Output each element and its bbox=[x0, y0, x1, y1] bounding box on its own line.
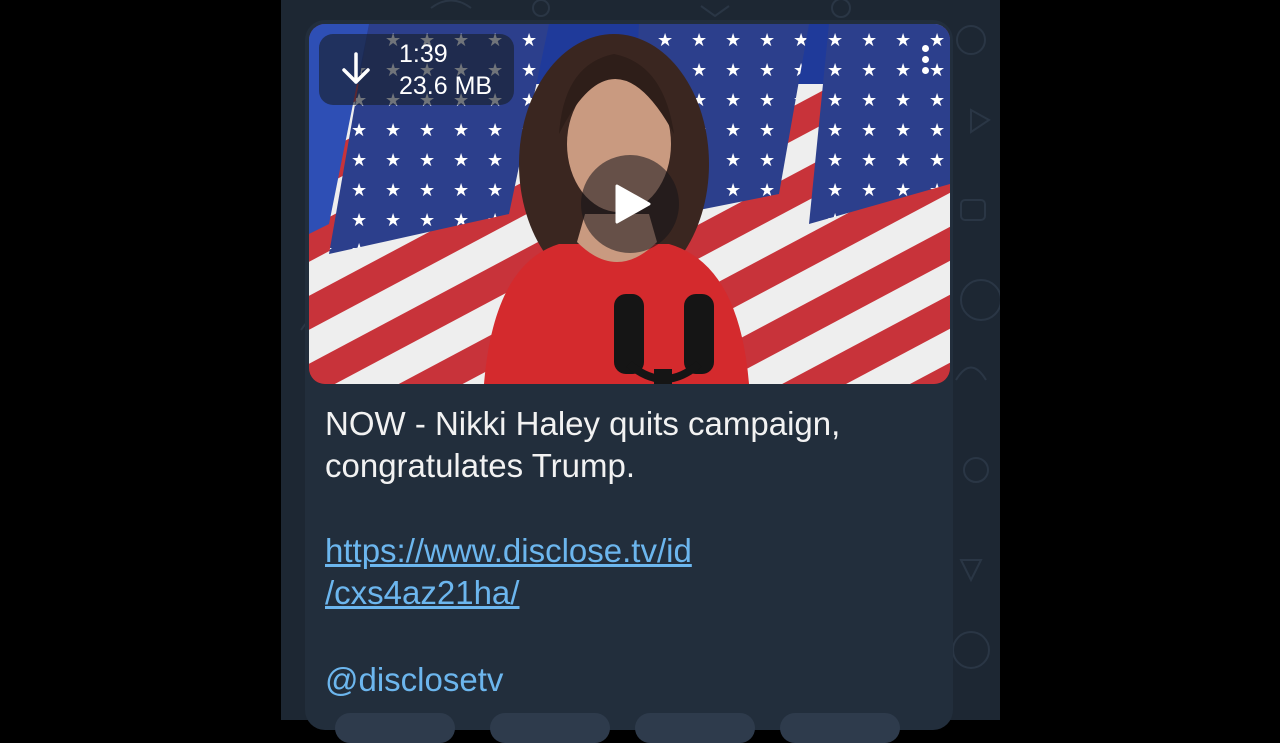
message-text-line-2: congratulates Trump. bbox=[325, 447, 635, 484]
arrow-down-icon[interactable] bbox=[341, 52, 371, 86]
reaction-chip[interactable] bbox=[490, 713, 610, 743]
download-badge[interactable]: 1:39 23.6 MB bbox=[319, 34, 514, 105]
video-file-size: 23.6 MB bbox=[399, 72, 493, 100]
message-text-line-1: NOW - Nikki Haley quits campaign, bbox=[325, 405, 841, 442]
reaction-chip[interactable] bbox=[780, 713, 900, 743]
video-duration: 1:39 bbox=[399, 40, 448, 68]
message-link-line-1[interactable]: https://www.disclose.tv/id bbox=[325, 530, 692, 572]
play-icon bbox=[615, 184, 651, 224]
reaction-chip[interactable] bbox=[335, 713, 455, 743]
play-button[interactable] bbox=[581, 155, 679, 253]
reaction-chip[interactable] bbox=[635, 713, 755, 743]
channel-mention-link[interactable]: @disclosetv bbox=[325, 659, 503, 701]
more-vertical-icon[interactable] bbox=[913, 42, 937, 82]
message-link-line-2[interactable]: /cxs4az21ha/ bbox=[325, 572, 519, 614]
